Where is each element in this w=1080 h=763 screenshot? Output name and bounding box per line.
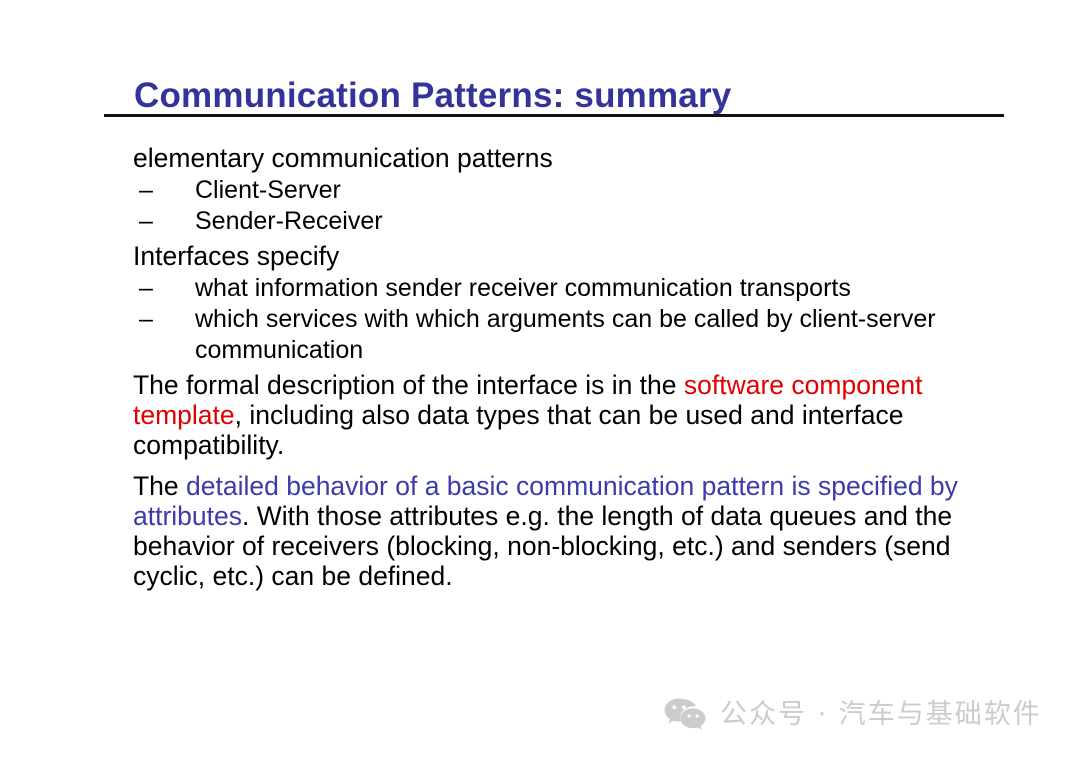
title-divider (104, 114, 1004, 117)
list-item: – which services with which arguments can… (133, 304, 963, 366)
slide-body: elementary communication patterns – Clien… (133, 143, 963, 591)
bullet-dash-icon: – (139, 176, 153, 204)
list-item-label: Sender-Receiver (195, 207, 383, 235)
slide: Communication Patterns: summary elementa… (0, 0, 1080, 763)
bullet-dash-icon: – (139, 274, 153, 302)
paragraph-text-tail: . With those attributes e.g. the length … (133, 501, 953, 591)
watermark: 公众号 · 汽车与基础软件 (664, 698, 1042, 732)
heading-interfaces-specify: Interfaces specify (133, 241, 340, 271)
list-item: – Client-Server (133, 175, 963, 206)
watermark-label: 公众号 · 汽车与基础软件 (720, 699, 1042, 730)
paragraph-text-lead: The (133, 471, 187, 501)
paragraph-text-tail: , including also data types that can be … (133, 400, 904, 460)
paragraph-text-lead: The formal description of the interface … (133, 370, 684, 400)
paragraph-formal-description: The formal description of the interface … (133, 370, 963, 460)
bullet-dash-icon: – (139, 305, 153, 333)
bullet-dash-icon: – (139, 207, 153, 235)
list-item-label: what information sender receiver communi… (195, 274, 851, 302)
paragraph-detailed-behavior: The detailed behavior of a basic communi… (133, 471, 963, 591)
list-item-label: Client-Server (195, 176, 341, 204)
list-item: – what information sender receiver commun… (133, 273, 963, 304)
page-title: Communication Patterns: summary (134, 76, 732, 116)
heading-elementary-communication-patterns: elementary communication patterns (133, 143, 553, 173)
wechat-icon (664, 698, 706, 732)
list-item-label: which services with which arguments can … (195, 305, 936, 364)
list-item: – Sender-Receiver (133, 206, 963, 237)
